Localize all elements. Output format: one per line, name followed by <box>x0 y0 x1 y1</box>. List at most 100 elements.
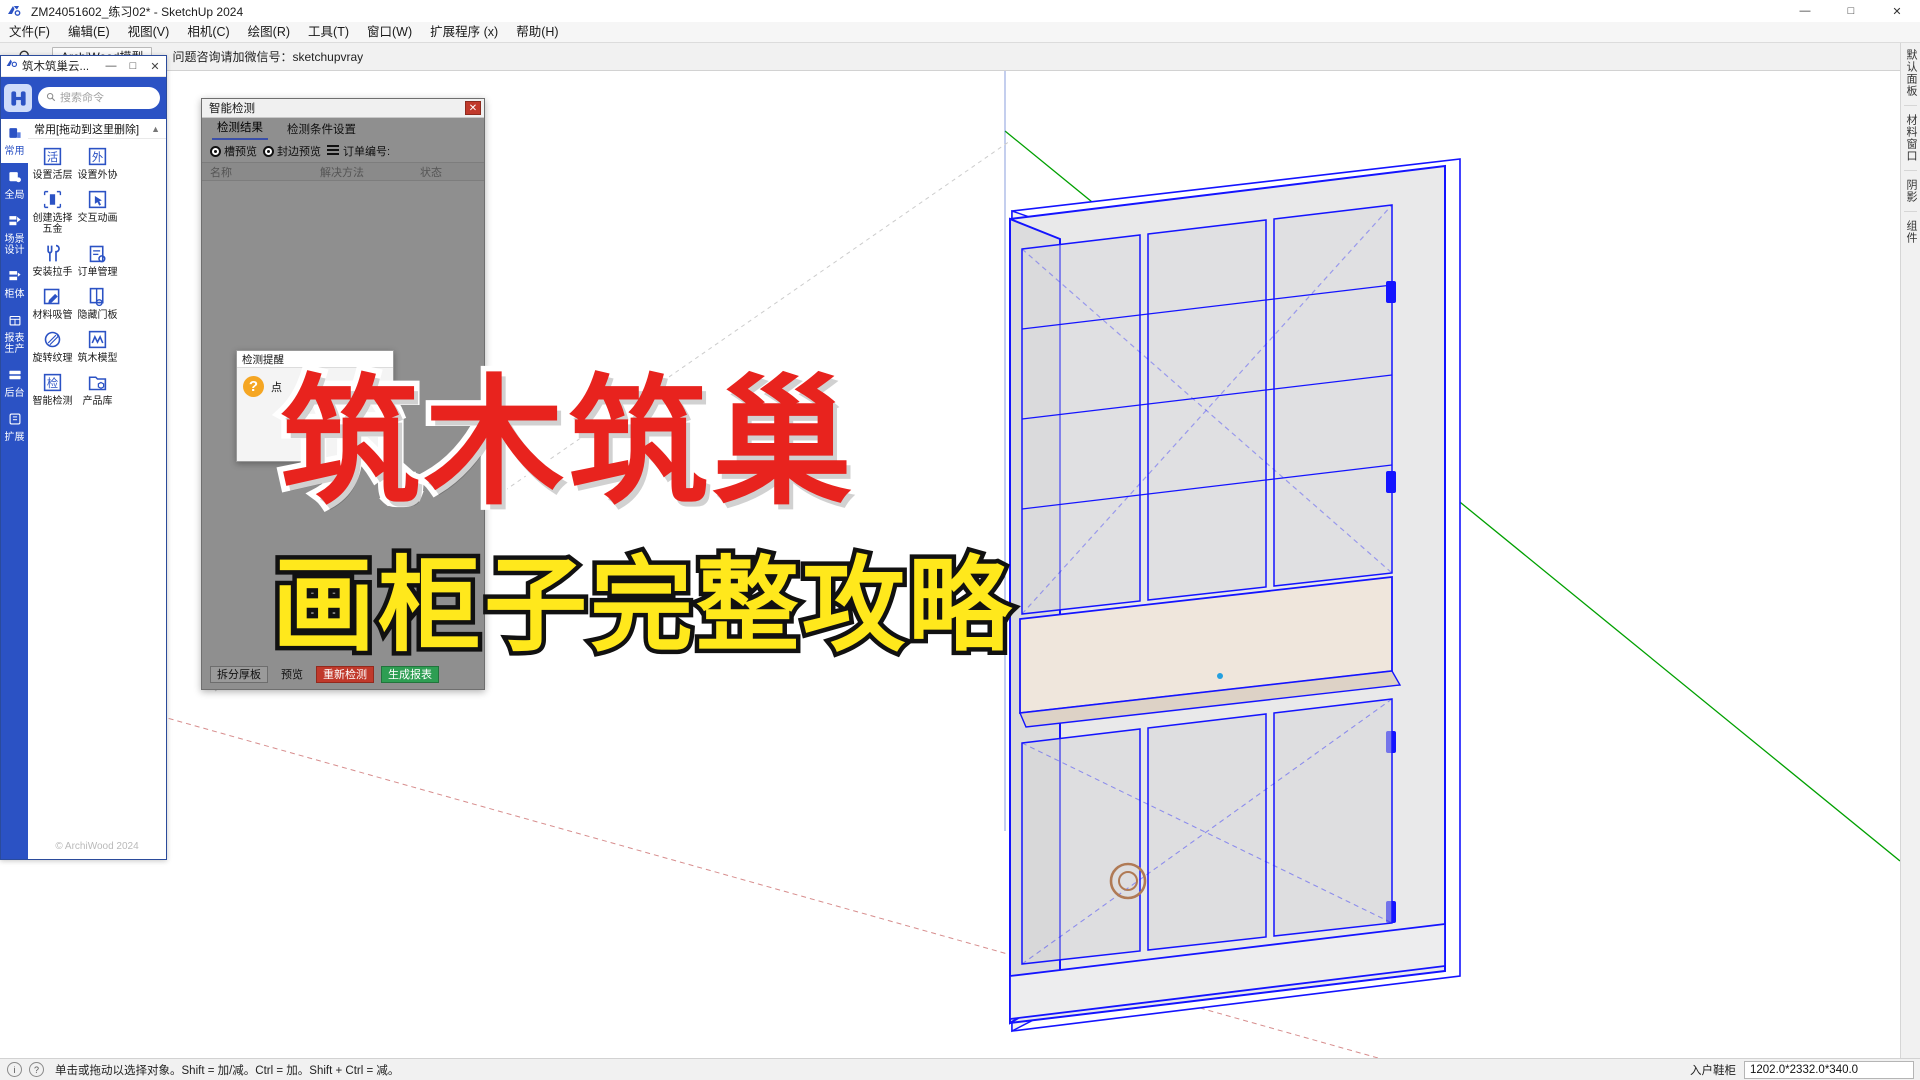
status-hint: 单击或拖动以选择对象。Shift = 加/减。Ctrl = 加。Shift + … <box>55 1064 400 1077</box>
sidebar-item-scene-design[interactable]: 场景 设计 <box>1 207 28 262</box>
sidebar-label: 柜体 <box>4 289 25 300</box>
column-status: 状态 <box>420 166 442 179</box>
dock-item-materials[interactable]: 材料窗口 <box>1901 108 1920 168</box>
info-icon[interactable]: i <box>7 1062 22 1077</box>
command-smart-detect[interactable]: 检 智能检测 <box>30 371 75 407</box>
dock-item-components[interactable]: 组件 <box>1901 214 1920 250</box>
command-order-management[interactable]: 订单管理 <box>75 242 120 278</box>
plugin-window-controls: — □ ✕ <box>100 56 166 77</box>
measurement-area: 入户鞋柜 1202.0*2332.0*340.0 <box>1690 1060 1920 1079</box>
search-input[interactable] <box>60 92 160 104</box>
window-title: ZM24051602_练习02* - SketchUp 2024 <box>31 4 244 19</box>
command-label: 智能检测 <box>32 396 73 407</box>
sketchup-window: ZM24051602_练习02* - SketchUp 2024 — □ ✕ 文… <box>0 0 1920 1080</box>
svg-text:活: 活 <box>47 150 58 164</box>
hide-door-icon <box>87 285 108 308</box>
archiwood-brand-icon <box>4 84 32 112</box>
menu-camera[interactable]: 相机(C) <box>178 22 238 42</box>
plugin-search-box[interactable] <box>38 87 160 109</box>
smart-detect-icon: 检 <box>42 371 63 394</box>
subdialog-title: 检测提醒 <box>237 351 393 368</box>
command-material-eyedropper[interactable]: 材料吸管 <box>30 285 75 321</box>
command-archiwood-model[interactable]: 筑木模型 <box>75 328 120 364</box>
material-eyedropper-icon <box>42 285 63 308</box>
command-interactive-animation[interactable]: 交互动画 <box>75 188 120 235</box>
menu-help[interactable]: 帮助(H) <box>507 22 567 42</box>
subdialog-body: ? 点 <box>237 368 393 405</box>
menu-tools[interactable]: 工具(T) <box>299 22 358 42</box>
command-create-select-hardware[interactable]: 创建选择五金 <box>30 188 75 235</box>
sidebar-label: 扩展 <box>4 432 25 443</box>
title-bar: ZM24051602_练习02* - SketchUp 2024 — □ ✕ <box>0 0 1920 22</box>
dock-divider <box>1904 105 1917 106</box>
tab-detect-settings[interactable]: 检测条件设置 <box>282 121 361 140</box>
plugin-minimize-button[interactable]: — <box>100 56 122 77</box>
close-button[interactable]: ✕ <box>1874 0 1920 22</box>
measurement-label: 入户鞋柜 <box>1690 1064 1736 1077</box>
results-table-header: 名称 解决方法 状态 <box>202 162 484 181</box>
dock-item-shadows[interactable]: 阴影 <box>1901 173 1920 209</box>
menu-file[interactable]: 文件(F) <box>0 22 59 42</box>
plugin-maximize-button[interactable]: □ <box>122 56 144 77</box>
plugin-body: 常用 全局 场景 设计 柜体 报表 生产 后台 扩展 常用[拖动到这里删除] ▲… <box>1 119 166 859</box>
command-label: 产品库 <box>82 396 113 407</box>
column-name: 名称 <box>210 166 232 179</box>
hardware-select-icon <box>42 188 63 211</box>
dock-divider <box>1904 170 1917 171</box>
redetect-button[interactable]: 重新检测 <box>316 665 374 683</box>
menu-edit[interactable]: 编辑(E) <box>59 22 119 42</box>
subdialog-message: 点 <box>271 382 282 394</box>
option-edgeband-preview[interactable]: 封边预览 <box>263 143 321 159</box>
dialog-title: 智能检测 <box>209 103 255 115</box>
command-product-library[interactable]: 产品库 <box>75 371 120 407</box>
menu-window[interactable]: 窗口(W) <box>358 22 421 42</box>
command-set-outsource[interactable]: 外 设置外协 <box>75 145 120 181</box>
maximize-button[interactable]: □ <box>1828 0 1874 22</box>
option-groove-preview[interactable]: 槽预览 <box>210 143 257 159</box>
archiwood-model-icon <box>87 328 108 351</box>
sidebar-label: 常用 <box>4 146 25 157</box>
scene-design-icon <box>8 214 22 231</box>
window-controls: — □ ✕ <box>1782 0 1920 22</box>
detect-reminder-dialog: 检测提醒 ? 点 <box>236 350 394 462</box>
menu-view[interactable]: 视图(V) <box>119 22 179 42</box>
plugin-footer: © ArchiWood 2024 <box>55 840 139 852</box>
preview-button[interactable]: 预览 <box>275 666 309 683</box>
option-order-number[interactable]: 订单编号: <box>327 143 390 159</box>
sidebar-item-cabinet[interactable]: 柜体 <box>1 262 28 306</box>
dock-item-default-tray[interactable]: 默认面板 <box>1901 43 1920 103</box>
dialog-tabs: 检测结果 检测条件设置 <box>202 118 484 140</box>
archiwood-logo-icon <box>5 57 18 75</box>
command-hide-door-panel[interactable]: 隐藏门板 <box>75 285 120 321</box>
global-icon <box>8 170 22 187</box>
plugin-close-button[interactable]: ✕ <box>144 56 166 77</box>
help-icon[interactable]: ? <box>29 1062 44 1077</box>
sidebar-item-backend[interactable]: 后台 <box>1 361 28 405</box>
sidebar-item-report[interactable]: 报表 生产 <box>1 306 28 361</box>
menu-bar: 文件(F) 编辑(E) 视图(V) 相机(C) 绘图(R) 工具(T) 窗口(W… <box>0 22 1920 43</box>
minimize-button[interactable]: — <box>1782 0 1828 22</box>
tab-detect-results[interactable]: 检测结果 <box>212 119 268 140</box>
menu-extensions[interactable]: 扩展程序 (x) <box>421 22 507 42</box>
order-manage-icon <box>87 242 108 265</box>
close-icon[interactable]: ✕ <box>465 101 481 115</box>
command-rotate-texture[interactable]: 旋转纹理 <box>30 328 75 364</box>
generate-report-button[interactable]: 生成报表 <box>381 665 439 683</box>
dock-divider <box>1904 211 1917 212</box>
menu-draw[interactable]: 绘图(R) <box>239 22 299 42</box>
command-group-header: 常用[拖动到这里删除] ▲ <box>28 119 166 139</box>
sidebar-item-global[interactable]: 全局 <box>1 163 28 207</box>
plugin-header <box>1 77 166 119</box>
split-thick-panel-button[interactable]: 拆分厚板 <box>210 665 268 683</box>
install-handle-icon <box>42 242 63 265</box>
sidebar-item-common[interactable]: 常用 <box>1 119 28 163</box>
command-set-active-layer[interactable]: 活 设置活层 <box>30 145 75 181</box>
chevron-up-icon[interactable]: ▲ <box>151 124 160 134</box>
command-install-handle[interactable]: 安装拉手 <box>30 242 75 278</box>
dialog-options-row: 槽预览 封边预览 订单编号: <box>202 140 484 162</box>
plugin-window-title: 筑木筑巢云... <box>22 61 90 73</box>
sidebar-item-extension[interactable]: 扩展 <box>1 405 28 449</box>
measurement-field[interactable]: 1202.0*2332.0*340.0 <box>1744 1060 1914 1079</box>
option-label: 订单编号: <box>343 146 391 158</box>
extension-icon <box>8 412 22 429</box>
